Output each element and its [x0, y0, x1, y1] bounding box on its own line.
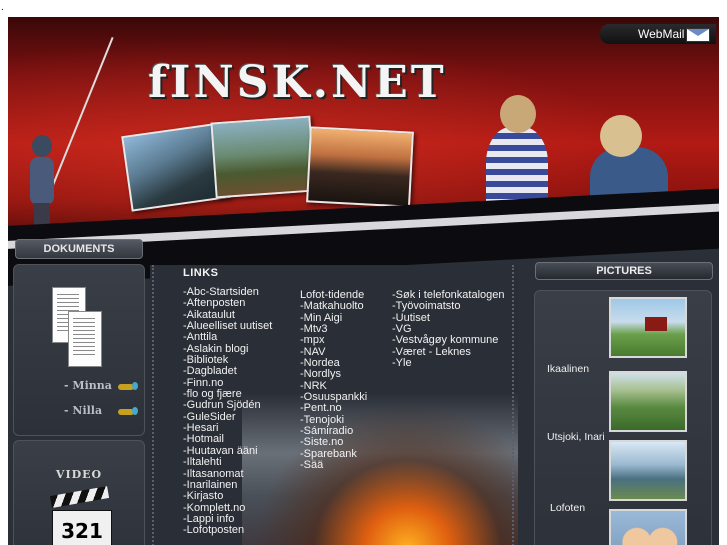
links-column-2: Lofot-tidende -Matkahuolto -Min Aigi -Mtv3-… [300, 289, 367, 472]
link-item[interactable]: -Iltalehti [183, 456, 272, 468]
link-item[interactable]: -Työvoimatsto [392, 300, 505, 312]
envelope-icon [686, 28, 710, 42]
picture-thumb-children[interactable] [609, 509, 687, 545]
picture-thumb-lofoten[interactable] [609, 440, 687, 501]
pictures-title: PICTURES [535, 262, 713, 280]
links-column-1: -Abc-Startsiden -Aftenposten -Aikataulut -A… [183, 286, 272, 537]
doc-link-minna[interactable]: - Minna [64, 379, 112, 392]
video-title: VIDEO [55, 468, 103, 481]
clapperboard-icon[interactable]: 321 [49, 486, 112, 545]
documents-panel: - Minna - Nilla [13, 264, 145, 436]
fisher-child-image [32, 135, 52, 157]
picture-label[interactable]: Ikaalinen [547, 363, 589, 375]
link-item[interactable]: -Kirjasto [183, 490, 272, 502]
documents-title: DOKUMENTS [15, 239, 143, 259]
header-photo-camp [210, 115, 316, 199]
document-icon [52, 287, 102, 367]
header-photo-sunset [306, 126, 414, 208]
header-banner: fINSK.NET WebMail [8, 17, 719, 288]
picture-thumb-ikaalinen[interactable] [609, 297, 687, 358]
key-icon [118, 407, 138, 415]
site-frame: fINSK.NET WebMail DOKUMENTS - Minna - Ni… [8, 17, 719, 545]
picture-label[interactable]: Lofoten [550, 502, 585, 514]
link-item[interactable]: -Sää [300, 459, 367, 471]
video-panel: VIDEO 321 [13, 440, 145, 545]
links-column-3: -Søk i telefonkatalogen -Työvoimatsto -Uut… [392, 289, 505, 369]
webmail-label: WebMail [638, 27, 685, 41]
link-item[interactable]: -Aftenposten [183, 297, 272, 309]
webmail-link[interactable]: WebMail [600, 24, 716, 44]
key-icon [118, 382, 138, 390]
pictures-panel: Ikaalinen Utsjoki, Inari Lofoten [534, 290, 712, 545]
link-item[interactable]: -Yle [392, 357, 505, 369]
picture-thumb-utsjoki[interactable] [609, 371, 687, 432]
site-logo[interactable]: fINSK.NET [148, 57, 447, 108]
link-item[interactable]: -Lofotposten [183, 524, 272, 536]
link-item[interactable]: -Matkahuolto [300, 300, 367, 312]
links-title: LINKS [183, 267, 219, 279]
corner-mark: . [1, 2, 4, 13]
video-icon-text: 321 [61, 519, 103, 543]
campfire-background-image [242, 393, 518, 545]
doc-link-nilla[interactable]: - Nilla [64, 404, 102, 417]
links-section: LINKS -Abc-Startsiden -Aftenposten -Aikata… [150, 265, 518, 545]
picture-label[interactable]: Utsjoki, Inari [547, 431, 605, 443]
